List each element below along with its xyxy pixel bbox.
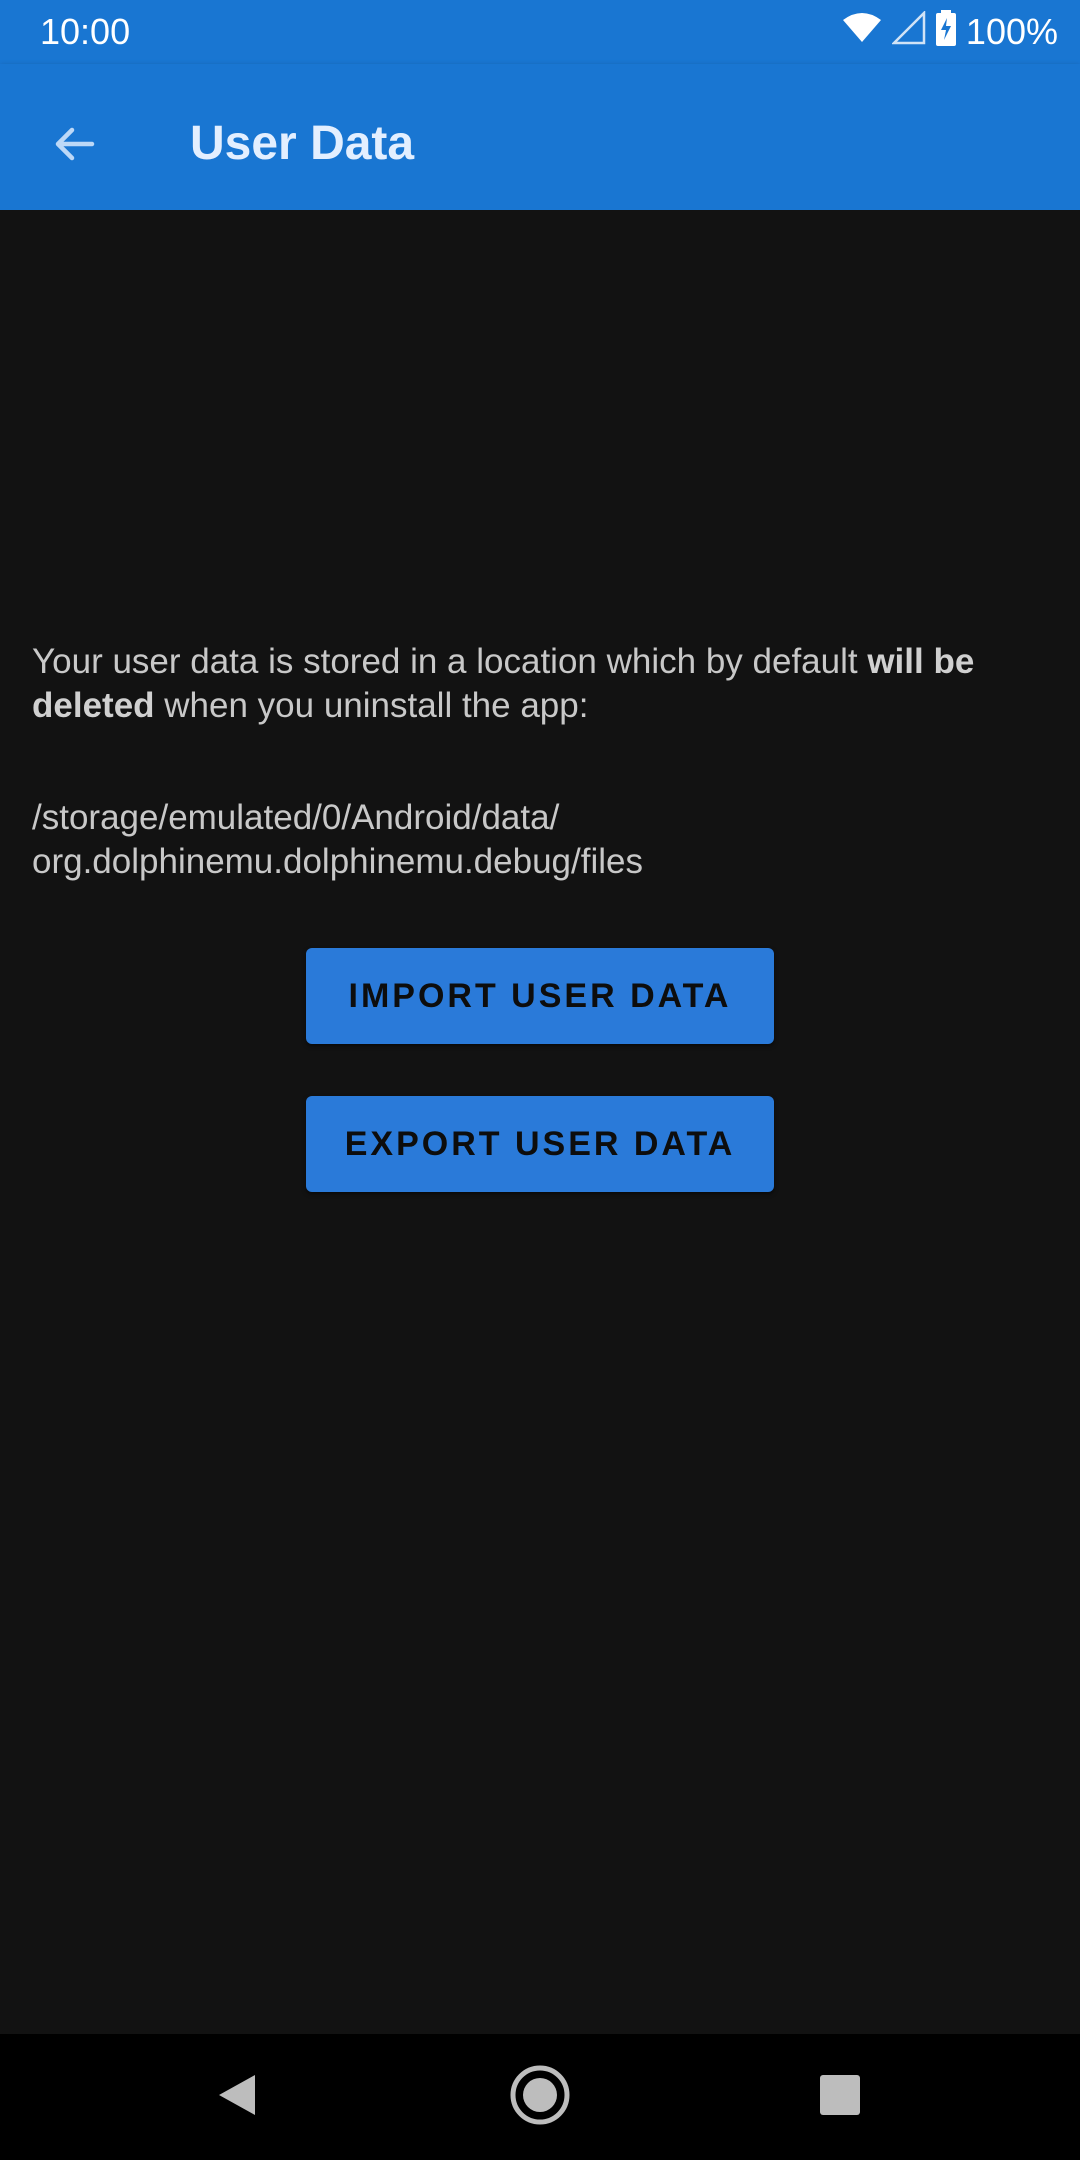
back-button[interactable]	[34, 106, 114, 186]
export-user-data-button[interactable]: EXPORT USER DATA	[306, 1096, 774, 1192]
status-icons: 100%	[842, 9, 1058, 55]
nav-back-button[interactable]	[194, 2054, 280, 2140]
navigation-bar	[0, 2034, 1080, 2160]
wifi-icon	[842, 11, 882, 53]
nav-home-icon	[509, 2064, 571, 2131]
status-bar: 10:00 100%	[0, 0, 1080, 64]
nav-recents-icon	[818, 2073, 862, 2122]
storage-path-line1: /storage/emulated/0/Android/data/	[32, 798, 560, 837]
battery-level: 100%	[965, 11, 1058, 52]
storage-path-line2: org.dolphinemu.dolphinemu.debug/files	[32, 842, 643, 881]
nav-recents-button[interactable]	[797, 2054, 883, 2140]
info-text-suffix: when you uninstall the app:	[154, 686, 589, 725]
storage-path: /storage/emulated/0/Android/data/ org.do…	[32, 796, 1048, 884]
nav-home-button[interactable]	[497, 2054, 583, 2140]
app-bar: User Data	[0, 64, 1080, 210]
battery-charging-icon	[935, 9, 956, 55]
page-title: User Data	[190, 117, 415, 170]
nav-back-icon	[215, 2071, 259, 2124]
info-text-prefix: Your user data is stored in a location w…	[32, 642, 868, 681]
arrow-back-icon	[50, 120, 98, 173]
storage-info-text: Your user data is stored in a location w…	[32, 640, 1048, 728]
import-user-data-button[interactable]: IMPORT USER DATA	[306, 948, 774, 1044]
status-time: 10:00	[40, 11, 131, 52]
cell-signal-icon	[890, 9, 926, 54]
